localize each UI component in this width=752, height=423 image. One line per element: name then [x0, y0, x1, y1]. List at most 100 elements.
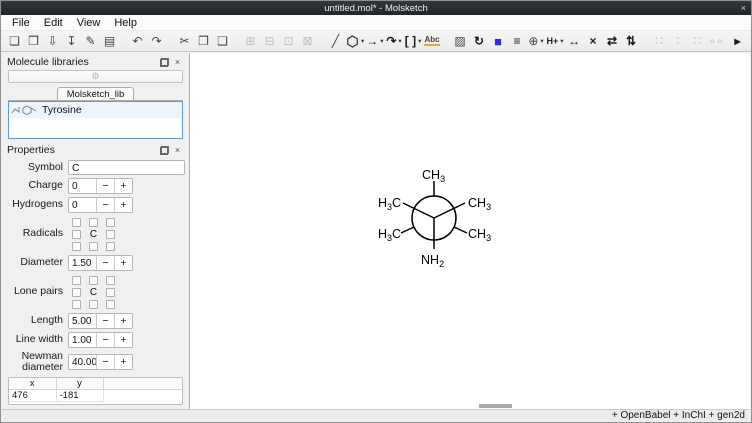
- menu-help[interactable]: Help: [107, 17, 144, 29]
- chevron-down-icon[interactable]: ▾: [540, 37, 543, 45]
- coordinate-x-cell[interactable]: 476: [9, 390, 56, 402]
- diameter-decrement-button[interactable]: −: [96, 256, 114, 270]
- drawing-canvas[interactable]: CH3 H3C CH3 H3C CH3 NH2: [190, 53, 750, 409]
- length-value[interactable]: 5.00: [69, 314, 96, 328]
- newman-diameter-value[interactable]: 40.00: [69, 355, 96, 369]
- newman-diameter-increment-button[interactable]: +: [114, 355, 132, 369]
- lone-pairs-checkbox-3[interactable]: [106, 276, 115, 285]
- window-close-button[interactable]: ×: [741, 1, 746, 15]
- hydrogens-increment-button[interactable]: +: [114, 198, 132, 212]
- text-tool-button[interactable]: Abc: [423, 32, 442, 51]
- flip-vertical-button[interactable]: ⇅: [622, 32, 641, 51]
- table-row[interactable]: 476 -181: [9, 390, 182, 402]
- lone-pairs-checkbox-8[interactable]: [106, 300, 115, 309]
- chevron-down-icon[interactable]: ▾: [380, 37, 383, 45]
- lone-pairs-checkbox-1[interactable]: [72, 276, 81, 285]
- bond-type-button[interactable]: ≡: [508, 32, 527, 51]
- align-button-2[interactable]: ∶: [669, 32, 688, 51]
- align-button-1[interactable]: ∷: [650, 32, 669, 51]
- selection-tool-button[interactable]: ▨: [451, 32, 470, 51]
- lone-pairs-checkbox-2[interactable]: [89, 276, 98, 285]
- undo-button[interactable]: ↶: [128, 32, 147, 51]
- copy-button[interactable]: ❐: [194, 32, 213, 51]
- zoom-original-button[interactable]: ⊡: [279, 32, 298, 51]
- symbol-input[interactable]: C: [68, 160, 185, 175]
- rotate-tool-button[interactable]: ↻: [470, 32, 489, 51]
- new-file-button[interactable]: ❏: [5, 32, 24, 51]
- radicals-checkbox-8[interactable]: [106, 242, 115, 251]
- delete-button[interactable]: ×: [584, 32, 603, 51]
- ring-tool-button[interactable]: ▾: [345, 32, 365, 51]
- diameter-value[interactable]: 1.50: [69, 256, 96, 270]
- print-button[interactable]: ▤: [100, 32, 119, 51]
- charge-decrement-button[interactable]: −: [96, 179, 114, 193]
- open-file-button[interactable]: ❒: [24, 32, 43, 51]
- save-as-button[interactable]: ↧: [62, 32, 81, 51]
- line-width-value[interactable]: 1.00: [69, 333, 96, 347]
- library-list[interactable]: Tyrosine: [8, 101, 183, 139]
- radicals-checkbox-2[interactable]: [89, 218, 98, 227]
- menu-file[interactable]: File: [5, 17, 37, 29]
- atom-label-upper-left: H3C: [378, 196, 401, 212]
- radicals-checkbox-3[interactable]: [106, 218, 115, 227]
- radicals-checkbox-1[interactable]: [72, 218, 81, 227]
- zoom-in-button[interactable]: ⊞: [241, 32, 260, 51]
- hydrogens-value[interactable]: 0: [69, 198, 96, 212]
- line-width-increment-button[interactable]: +: [114, 333, 132, 347]
- cut-button[interactable]: ✂: [175, 32, 194, 51]
- library-settings-button[interactable]: ⚙: [8, 70, 183, 83]
- line-width-decrement-button[interactable]: −: [96, 333, 114, 347]
- save-file-button[interactable]: ⇩: [43, 32, 62, 51]
- lone-pairs-checkbox-4[interactable]: [72, 288, 81, 297]
- charge-increment-button[interactable]: +: [114, 179, 132, 193]
- radicals-checkbox-5[interactable]: [106, 230, 115, 239]
- chevron-down-icon[interactable]: ▾: [361, 37, 364, 45]
- column-header-y[interactable]: y: [56, 378, 103, 390]
- length-decrement-button[interactable]: −: [96, 314, 114, 328]
- draw-tool-button[interactable]: ╱: [326, 32, 345, 51]
- diameter-increment-button[interactable]: +: [114, 256, 132, 270]
- paste-button[interactable]: ❑: [213, 32, 232, 51]
- reaction-arrow-button[interactable]: →▾: [365, 32, 384, 51]
- newman-diameter-decrement-button[interactable]: −: [96, 355, 114, 369]
- charge-tool-button[interactable]: ⊕▾: [527, 32, 546, 51]
- properties-panel-close-button[interactable]: ×: [171, 145, 184, 156]
- mechanism-arrow-button[interactable]: ↷▾: [385, 32, 404, 51]
- radicals-checkbox-7[interactable]: [89, 242, 98, 251]
- toolbar-overflow-button[interactable]: ▸: [728, 32, 747, 51]
- double-arrow-tool-button[interactable]: ↔: [565, 32, 584, 51]
- lone-pairs-checkbox-5[interactable]: [106, 288, 115, 297]
- tab-molsketch-lib[interactable]: Molsketch_lib: [57, 87, 135, 100]
- chevron-down-icon[interactable]: ▾: [398, 37, 401, 45]
- length-increment-button[interactable]: +: [114, 314, 132, 328]
- library-panel-close-button[interactable]: ×: [171, 57, 184, 68]
- radicals-checkbox-4[interactable]: [72, 230, 81, 239]
- lone-pairs-checkbox-6[interactable]: [72, 300, 81, 309]
- hydrogens-decrement-button[interactable]: −: [96, 198, 114, 212]
- export-button[interactable]: ✎: [81, 32, 100, 51]
- color-swatch-button[interactable]: ■: [489, 32, 508, 51]
- menu-view[interactable]: View: [70, 17, 108, 29]
- align-button-4[interactable]: ∘∘: [707, 32, 726, 51]
- hydrogen-tool-button[interactable]: H+▾: [546, 32, 565, 51]
- flip-horizontal-button[interactable]: ⇄: [603, 32, 622, 51]
- column-header-x[interactable]: x: [9, 378, 56, 390]
- align-button-3[interactable]: ∷: [688, 32, 707, 51]
- redo-button[interactable]: ↷: [147, 32, 166, 51]
- radicals-checkbox-6[interactable]: [72, 242, 81, 251]
- list-item-tyrosine[interactable]: Tyrosine: [9, 102, 182, 118]
- chevron-down-icon[interactable]: ▾: [560, 37, 563, 45]
- zoom-fit-button[interactable]: ⊠: [298, 32, 317, 51]
- chevron-down-icon[interactable]: ▾: [418, 37, 421, 45]
- title-bar[interactable]: untitled.mol* - Molsketch ×: [1, 1, 751, 15]
- zoom-out-button[interactable]: ⊟: [260, 32, 279, 51]
- menu-edit[interactable]: Edit: [37, 17, 70, 29]
- coordinate-y-cell[interactable]: -181: [56, 390, 103, 402]
- lone-pairs-checkbox-7[interactable]: [89, 300, 98, 309]
- float-panel-button[interactable]: [158, 145, 171, 156]
- horizontal-scrollbar-thumb[interactable]: [479, 404, 512, 408]
- newman-projection-molecule[interactable]: CH3 H3C CH3 H3C CH3 NH2: [349, 165, 519, 275]
- float-panel-button[interactable]: [158, 57, 171, 68]
- charge-value[interactable]: 0: [69, 179, 96, 193]
- bracket-tool-button[interactable]: [ ]▾: [404, 32, 423, 51]
